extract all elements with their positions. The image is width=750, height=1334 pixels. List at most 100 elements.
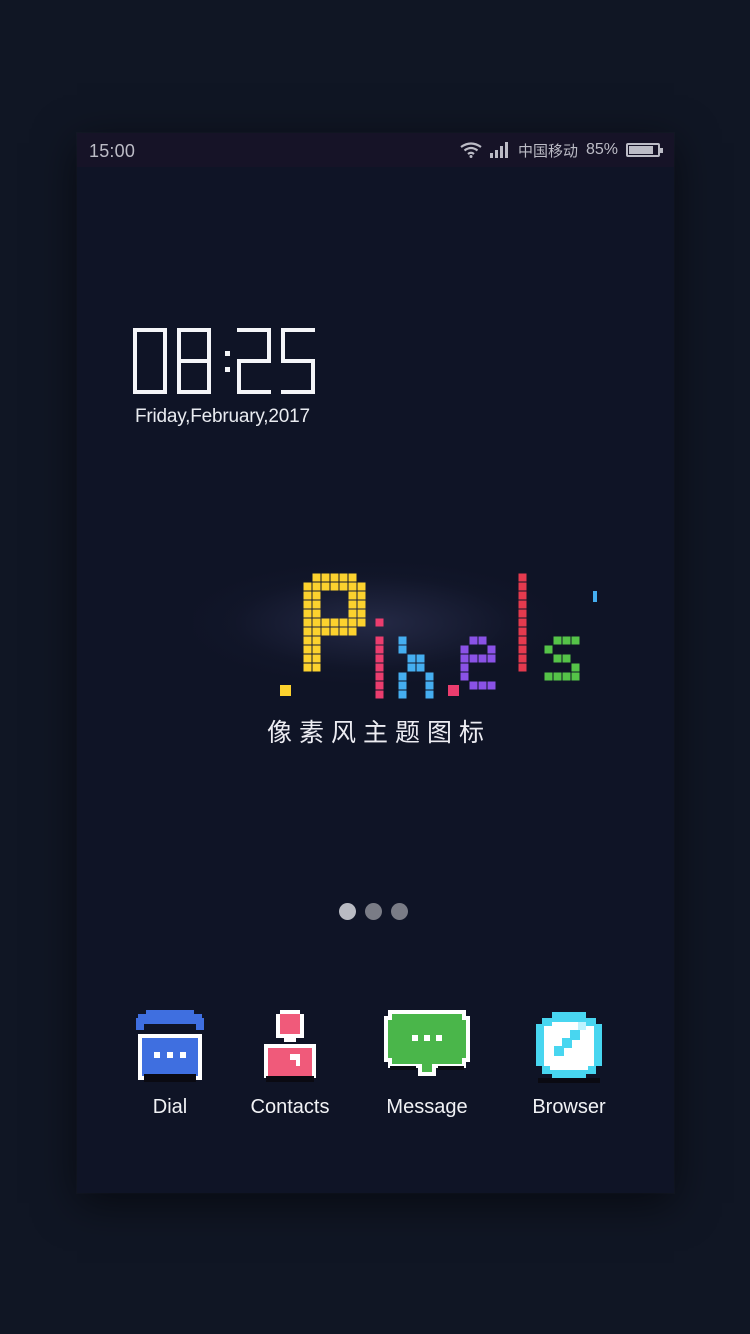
logo-pixel: [425, 672, 434, 681]
clock-digit-segment: [281, 359, 315, 363]
page-indicator[interactable]: [339, 903, 408, 920]
logo-pixel: [312, 609, 321, 618]
clock-digit-segment: [133, 361, 137, 394]
logo-pixel: [303, 627, 312, 636]
status-bar: 15:00 中国移动 85%: [77, 133, 674, 167]
logo-pixel: [425, 681, 434, 690]
logo-pixel: [357, 609, 366, 618]
logo-pixel: [416, 654, 425, 663]
logo-sparkle-pixel: [593, 591, 597, 602]
logo-pixel: [425, 690, 434, 699]
clock-digit-segment: [133, 328, 167, 332]
logo-pixel: [544, 645, 553, 654]
logo-pixel: [562, 672, 571, 681]
browser-icon: [536, 1012, 602, 1083]
dock-label-message: Message: [386, 1096, 468, 1118]
clock-digit-segment: [177, 359, 211, 363]
logo-pixel: [321, 582, 330, 591]
clock-colon: [225, 367, 230, 372]
logo-pixel: [348, 582, 357, 591]
signal-icon: [489, 142, 508, 158]
logo-pixel: [321, 618, 330, 627]
clock-digit-segment: [267, 328, 271, 361]
logo-pixel: [469, 654, 478, 663]
clock-digit-segment: [177, 328, 211, 332]
logo-pixel: [518, 591, 527, 600]
logo-pixel: [518, 645, 527, 654]
dock-label-browser: Browser: [532, 1096, 606, 1118]
logo-pixel: [469, 636, 478, 645]
phone-screen: 15:00 中国移动 85% Friday,February,2017 像素风主…: [77, 133, 674, 1193]
logo-pixel: [478, 681, 487, 690]
logo-pixel: [487, 654, 496, 663]
logo-pixel: [375, 618, 384, 627]
logo-pixel: [398, 636, 407, 645]
logo-pixel: [416, 663, 425, 672]
battery-percent: 85%: [585, 141, 618, 158]
logo-pixel: [518, 618, 527, 627]
clock-digit-segment: [237, 361, 241, 394]
pixels-logo: [177, 533, 597, 713]
logo-pixel: [518, 636, 527, 645]
page-dot-2[interactable]: [365, 903, 382, 920]
logo-pixel: [357, 591, 366, 600]
logo-pixel: [544, 672, 553, 681]
logo-pixel: [357, 582, 366, 591]
logo-pixel: [339, 627, 348, 636]
logo-pixel: [348, 600, 357, 609]
logo-pixel: [339, 582, 348, 591]
clock-digit-segment: [163, 361, 167, 394]
logo-pixel: [303, 654, 312, 663]
logo-pixel: [348, 591, 357, 600]
logo-pixel: [312, 627, 321, 636]
logo-sparkle-pixel: [280, 685, 291, 696]
logo-pixel: [330, 582, 339, 591]
message-icon: [384, 1010, 470, 1076]
logo-pixel: [330, 573, 339, 582]
logo-pixel: [398, 690, 407, 699]
clock-digit-segment: [311, 361, 315, 394]
dock-item-contacts[interactable]: Contacts: [230, 1008, 350, 1119]
logo-pixel: [312, 600, 321, 609]
clock-digit-segment: [237, 359, 271, 363]
dock-item-dial[interactable]: Dial: [110, 1008, 230, 1119]
logo-pixel: [357, 600, 366, 609]
page-dot-3[interactable]: [391, 903, 408, 920]
page-dot-1[interactable]: [339, 903, 356, 920]
logo-pixel: [518, 609, 527, 618]
logo-pixel: [571, 663, 580, 672]
logo-pixel: [562, 636, 571, 645]
logo-pixel: [303, 582, 312, 591]
logo-pixel: [553, 636, 562, 645]
logo-pixel: [312, 573, 321, 582]
logo-pixel: [571, 672, 580, 681]
logo-pixel: [398, 681, 407, 690]
logo-pixel: [330, 627, 339, 636]
logo-pixel: [460, 663, 469, 672]
logo-pixel: [375, 672, 384, 681]
clock-digit-segment: [163, 328, 167, 361]
phone-icon: [136, 1010, 204, 1082]
logo-pixel: [303, 609, 312, 618]
logo-pixel: [339, 618, 348, 627]
dock-item-message[interactable]: Message: [367, 1008, 487, 1119]
logo-pixel: [312, 591, 321, 600]
logo-pixel: [375, 654, 384, 663]
clock-digit-segment: [281, 328, 285, 361]
logo-pixel: [339, 573, 348, 582]
battery-fill: [629, 146, 653, 154]
pixels-logo-graphic: [280, 573, 597, 699]
logo-pixel: [348, 573, 357, 582]
logo-pixel: [375, 690, 384, 699]
logo-pixel: [460, 645, 469, 654]
logo-pixel: [518, 663, 527, 672]
logo-pixel: [348, 609, 357, 618]
logo-pixel: [303, 645, 312, 654]
clock-digit-segment: [177, 390, 211, 394]
logo-pixel: [303, 618, 312, 627]
battery-icon: [626, 143, 663, 157]
clock-date: Friday,February,2017: [135, 406, 310, 427]
logo-pixel: [518, 654, 527, 663]
dock-item-browser[interactable]: Browser: [509, 1008, 629, 1119]
theme-subtitle: 像素风主题图标: [267, 718, 492, 747]
